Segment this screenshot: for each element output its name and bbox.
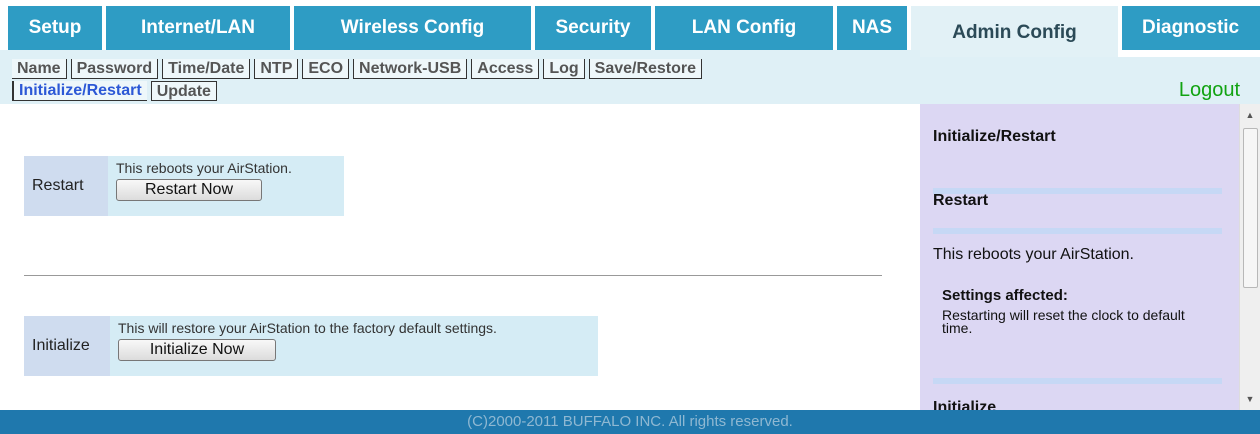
help-scrollbar[interactable]: ▲ ▼ bbox=[1239, 104, 1260, 410]
initialize-description: This will restore your AirStation to the… bbox=[118, 320, 497, 336]
initialize-section: Initialize This will restore your AirSta… bbox=[24, 316, 598, 376]
tab-internet-lan[interactable]: Internet/LAN bbox=[106, 6, 290, 50]
sub-navigation-area: Name Password Time/Date NTP ECO Network-… bbox=[0, 57, 1260, 104]
help-settings-text: Restarting will reset the clock to defau… bbox=[942, 307, 1185, 336]
footer-copyright: (C)2000-2011 BUFFALO INC. All rights res… bbox=[0, 410, 1260, 434]
subnav-item-log[interactable]: Log bbox=[543, 59, 585, 79]
restart-body: This reboots your AirStation. Restart No… bbox=[108, 156, 344, 216]
help-initialize-heading: Initialize bbox=[933, 399, 997, 410]
help-settings-affected: Settings affected: bbox=[942, 287, 1068, 304]
help-separator bbox=[933, 228, 1222, 234]
restart-label: Restart bbox=[24, 156, 108, 216]
restart-section: Restart This reboots your AirStation. Re… bbox=[24, 156, 344, 216]
scroll-up-icon[interactable]: ▲ bbox=[1240, 110, 1260, 120]
tab-setup[interactable]: Setup bbox=[8, 6, 102, 50]
subnav-item-access[interactable]: Access bbox=[471, 59, 540, 79]
logout-link[interactable]: Logout bbox=[1179, 79, 1240, 102]
help-separator bbox=[933, 378, 1222, 384]
help-restart-text: This reboots your AirStation. bbox=[933, 246, 1134, 263]
subnav-item-password[interactable]: Password bbox=[70, 59, 159, 79]
main-content: Restart This reboots your AirStation. Re… bbox=[0, 104, 920, 410]
sub-navigation: Name Password Time/Date NTP ECO Network-… bbox=[12, 59, 706, 103]
initialize-label: Initialize bbox=[24, 316, 110, 376]
subnav-item-name[interactable]: Name bbox=[12, 59, 67, 79]
subnav-item-network-usb[interactable]: Network-USB bbox=[353, 59, 468, 79]
section-divider bbox=[24, 275, 882, 276]
initialize-now-button[interactable]: Initialize Now bbox=[118, 339, 276, 361]
tab-security[interactable]: Security bbox=[535, 6, 651, 50]
tab-admin-config[interactable]: Admin Config bbox=[911, 6, 1118, 57]
tab-diagnostic[interactable]: Diagnostic bbox=[1122, 6, 1260, 50]
subnav-item-initialize-restart[interactable]: Initialize/Restart bbox=[12, 81, 147, 101]
subnav-item-save-restore[interactable]: Save/Restore bbox=[588, 59, 703, 79]
initialize-body: This will restore your AirStation to the… bbox=[110, 316, 598, 376]
subnav-row-2: Initialize/Restart Update bbox=[12, 81, 706, 102]
subnav-row-1: Name Password Time/Date NTP ECO Network-… bbox=[12, 59, 706, 80]
help-panel: Initialize/Restart Restart This reboots … bbox=[920, 104, 1260, 410]
tab-nas[interactable]: NAS bbox=[837, 6, 907, 50]
restart-description: This reboots your AirStation. bbox=[116, 160, 292, 176]
subnav-item-update[interactable]: Update bbox=[150, 81, 217, 101]
scroll-thumb[interactable] bbox=[1243, 128, 1258, 288]
restart-now-button[interactable]: Restart Now bbox=[116, 179, 262, 201]
subnav-item-time-date[interactable]: Time/Date bbox=[162, 59, 251, 79]
scroll-down-icon[interactable]: ▼ bbox=[1240, 394, 1260, 404]
help-title: Initialize/Restart bbox=[933, 128, 1056, 145]
help-restart-heading: Restart bbox=[933, 192, 989, 209]
top-navigation: Setup Internet/LAN Wireless Config Secur… bbox=[0, 0, 1260, 57]
tab-lan-config[interactable]: LAN Config bbox=[655, 6, 833, 50]
nav-underline bbox=[0, 50, 920, 57]
tab-wireless-config[interactable]: Wireless Config bbox=[294, 6, 531, 50]
subnav-item-eco[interactable]: ECO bbox=[302, 59, 350, 79]
subnav-item-ntp[interactable]: NTP bbox=[254, 59, 299, 79]
